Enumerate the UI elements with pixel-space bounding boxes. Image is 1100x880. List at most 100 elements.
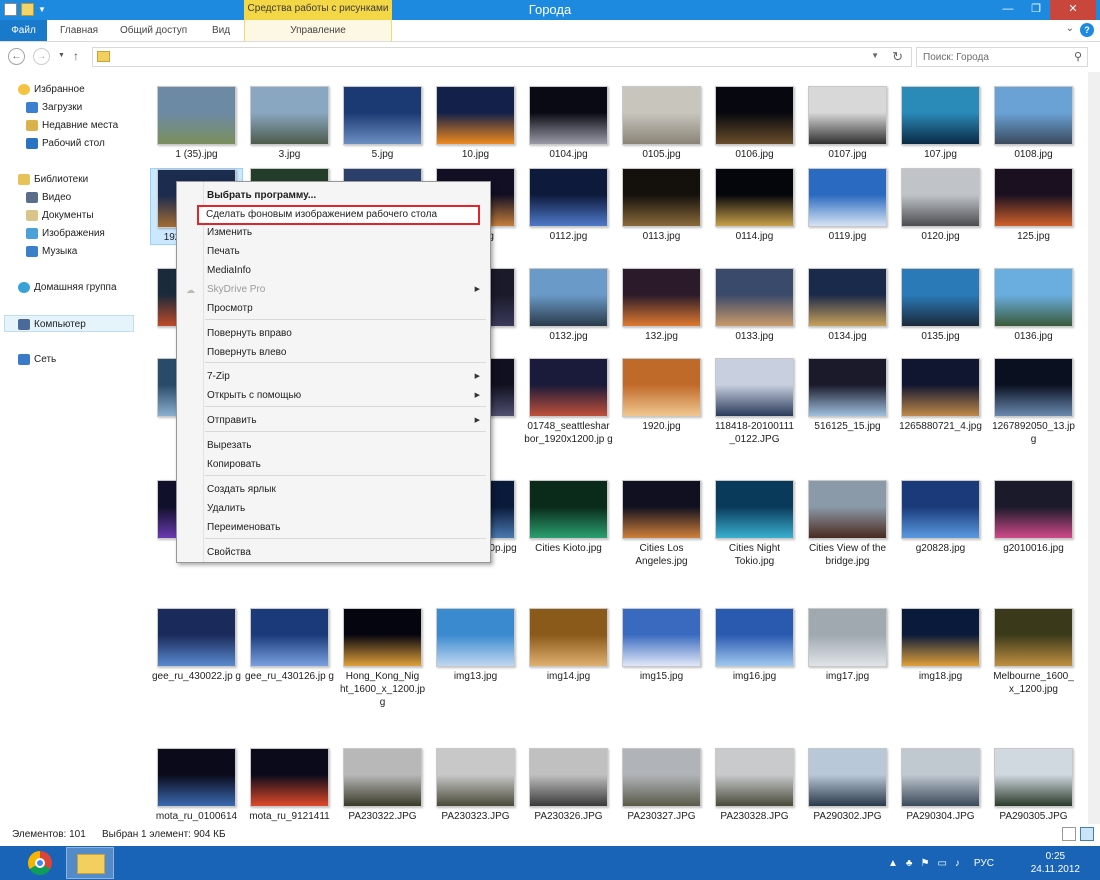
file-item[interactable]: 1 (35).jpg	[150, 86, 243, 161]
taskbar-chrome[interactable]	[16, 847, 64, 879]
menu-item[interactable]: Выбрать программу...	[179, 187, 488, 205]
clock[interactable]: 0:25 24.11.2012	[1031, 850, 1080, 876]
file-item[interactable]: 132.jpg	[615, 268, 708, 343]
search-icon[interactable]: ⚲	[1074, 50, 1082, 63]
menu-item[interactable]: Печать	[179, 243, 488, 261]
file-item[interactable]: PA230328.JPG	[708, 748, 801, 823]
menu-item[interactable]: Открыть с помощью ▶	[179, 387, 488, 405]
nav-network[interactable]: Сеть	[18, 351, 156, 368]
tab-file[interactable]: Файл	[0, 20, 47, 41]
file-item[interactable]: 0105.jpg	[615, 86, 708, 161]
taskbar-explorer[interactable]	[66, 847, 114, 879]
file-item[interactable]: g2010016.jpg	[987, 480, 1080, 555]
nav-homegroup[interactable]: Домашняя группа	[18, 279, 156, 296]
forward-button[interactable]: →	[33, 48, 50, 65]
file-item[interactable]: 0136.jpg	[987, 268, 1080, 343]
file-item[interactable]: gee_ru_430022.jp g	[150, 608, 243, 683]
file-item[interactable]: img18.jpg	[894, 608, 987, 683]
show-hidden-icons-icon[interactable]: ▲	[888, 858, 898, 869]
customize-toolbar-icon[interactable]: ▼	[38, 5, 46, 14]
menu-item[interactable]: Отправить ▶	[179, 412, 488, 430]
file-item[interactable]: 0112.jpg	[522, 168, 615, 243]
tab-manage[interactable]: Управление	[244, 20, 392, 41]
file-item[interactable]: img14.jpg	[522, 608, 615, 683]
file-item[interactable]: Cities View of the bridge.jpg	[801, 480, 894, 568]
tab-share[interactable]: Общий доступ	[120, 20, 187, 41]
file-item[interactable]: 118418-20100111 _0122.JPG	[708, 358, 801, 446]
file-item[interactable]: 01748_seattleshar bor_1920x1200.jp g	[522, 358, 615, 446]
nav-computer[interactable]: Компьютер	[4, 315, 134, 332]
menu-item[interactable]: Копировать	[179, 456, 488, 474]
file-item[interactable]: 1265880721_4.jpg	[894, 358, 987, 433]
vertical-scrollbar[interactable]	[1088, 72, 1100, 824]
menu-item[interactable]: Повернуть вправо	[179, 325, 488, 343]
menu-item[interactable]: MediaInfo	[179, 262, 488, 280]
volume-icon[interactable]: ♪	[955, 858, 960, 869]
file-item[interactable]: 0107.jpg	[801, 86, 894, 161]
file-item[interactable]: 0108.jpg	[987, 86, 1080, 161]
file-item[interactable]: 0104.jpg	[522, 86, 615, 161]
file-item[interactable]: PA230327.JPG	[615, 748, 708, 823]
file-item[interactable]: 0119.jpg	[801, 168, 894, 243]
menu-item[interactable]: Просмотр	[179, 300, 488, 318]
file-item[interactable]: 0135.jpg	[894, 268, 987, 343]
file-item[interactable]: Melbourne_1600_ x_1200.jpg	[987, 608, 1080, 696]
file-item[interactable]: 1267892050_13.jp g	[987, 358, 1080, 446]
close-button[interactable]: ✕	[1050, 0, 1096, 20]
menu-item[interactable]: Переименовать	[179, 519, 488, 537]
menu-item[interactable]: Сделать фоновым изображением рабочего ст…	[197, 205, 480, 225]
nav-favorites[interactable]: Избранное	[18, 81, 156, 98]
properties-icon[interactable]	[4, 3, 17, 16]
file-item[interactable]: g20828.jpg	[894, 480, 987, 555]
tab-home[interactable]: Главная	[60, 20, 98, 41]
file-item[interactable]: 0133.jpg	[708, 268, 801, 343]
file-item[interactable]: PA230322.JPG	[336, 748, 429, 823]
file-item[interactable]: Cities Night Tokio.jpg	[708, 480, 801, 568]
menu-item[interactable]: Удалить	[179, 500, 488, 518]
expand-ribbon-icon[interactable]: ⌄	[1066, 23, 1074, 37]
language-indicator[interactable]: РУС	[974, 858, 994, 869]
file-item[interactable]: PA290305.JPG	[987, 748, 1080, 823]
menu-item[interactable]: 7-Zip ▶	[179, 368, 488, 386]
file-item[interactable]: img16.jpg	[708, 608, 801, 683]
file-item[interactable]: 107.jpg	[894, 86, 987, 161]
file-item[interactable]: 0114.jpg	[708, 168, 801, 243]
file-item[interactable]: img17.jpg	[801, 608, 894, 683]
file-item[interactable]: 3.jpg	[243, 86, 336, 161]
up-button[interactable]: ↑	[73, 49, 79, 63]
new-folder-icon[interactable]	[21, 3, 34, 16]
file-item[interactable]: 125.jpg	[987, 168, 1080, 243]
address-dropdown-icon[interactable]: ▼	[871, 51, 879, 60]
file-item[interactable]: PA290302.JPG	[801, 748, 894, 823]
file-item[interactable]: gee_ru_430126.jp g	[243, 608, 336, 683]
menu-item[interactable]: Вырезать	[179, 437, 488, 455]
network-tray-icon[interactable]: ▭	[937, 858, 946, 869]
help-icon[interactable]: ?	[1080, 23, 1094, 37]
file-item[interactable]: img13.jpg	[429, 608, 522, 683]
file-item[interactable]: 0132.jpg	[522, 268, 615, 343]
file-item[interactable]: 0120.jpg	[894, 168, 987, 243]
file-item[interactable]: img15.jpg	[615, 608, 708, 683]
search-input[interactable]	[917, 48, 1067, 66]
large-icons-view-icon[interactable]	[1080, 827, 1094, 841]
file-item[interactable]: Cities Kioto.jpg	[522, 480, 615, 555]
file-item[interactable]: mota_ru_0100614 -1920x1080.jpg	[150, 748, 243, 824]
file-item[interactable]: 1920.jpg	[615, 358, 708, 433]
back-button[interactable]: ←	[8, 48, 25, 65]
menu-item[interactable]: Изменить	[179, 224, 488, 242]
file-item[interactable]: 5.jpg	[336, 86, 429, 161]
tab-view[interactable]: Вид	[212, 20, 230, 41]
device-icon[interactable]: ♣	[906, 858, 913, 869]
file-item[interactable]: PA230323.JPG	[429, 748, 522, 823]
search-box[interactable]: ⚲	[916, 47, 1088, 67]
file-item[interactable]: PA230326.JPG	[522, 748, 615, 823]
file-item[interactable]: 10.jpg	[429, 86, 522, 161]
nav-libraries[interactable]: Библиотеки	[18, 171, 156, 188]
menu-item[interactable]: Создать ярлык	[179, 481, 488, 499]
file-item[interactable]: Cities Los Angeles.jpg	[615, 480, 708, 568]
file-item[interactable]: mota_ru_9121411 -1280x1024.jpg	[243, 748, 336, 824]
refresh-icon[interactable]: ↻	[892, 49, 903, 65]
file-item[interactable]: PA290304.JPG	[894, 748, 987, 823]
file-item[interactable]: 516125_15.jpg	[801, 358, 894, 433]
file-item[interactable]: 0106.jpg	[708, 86, 801, 161]
